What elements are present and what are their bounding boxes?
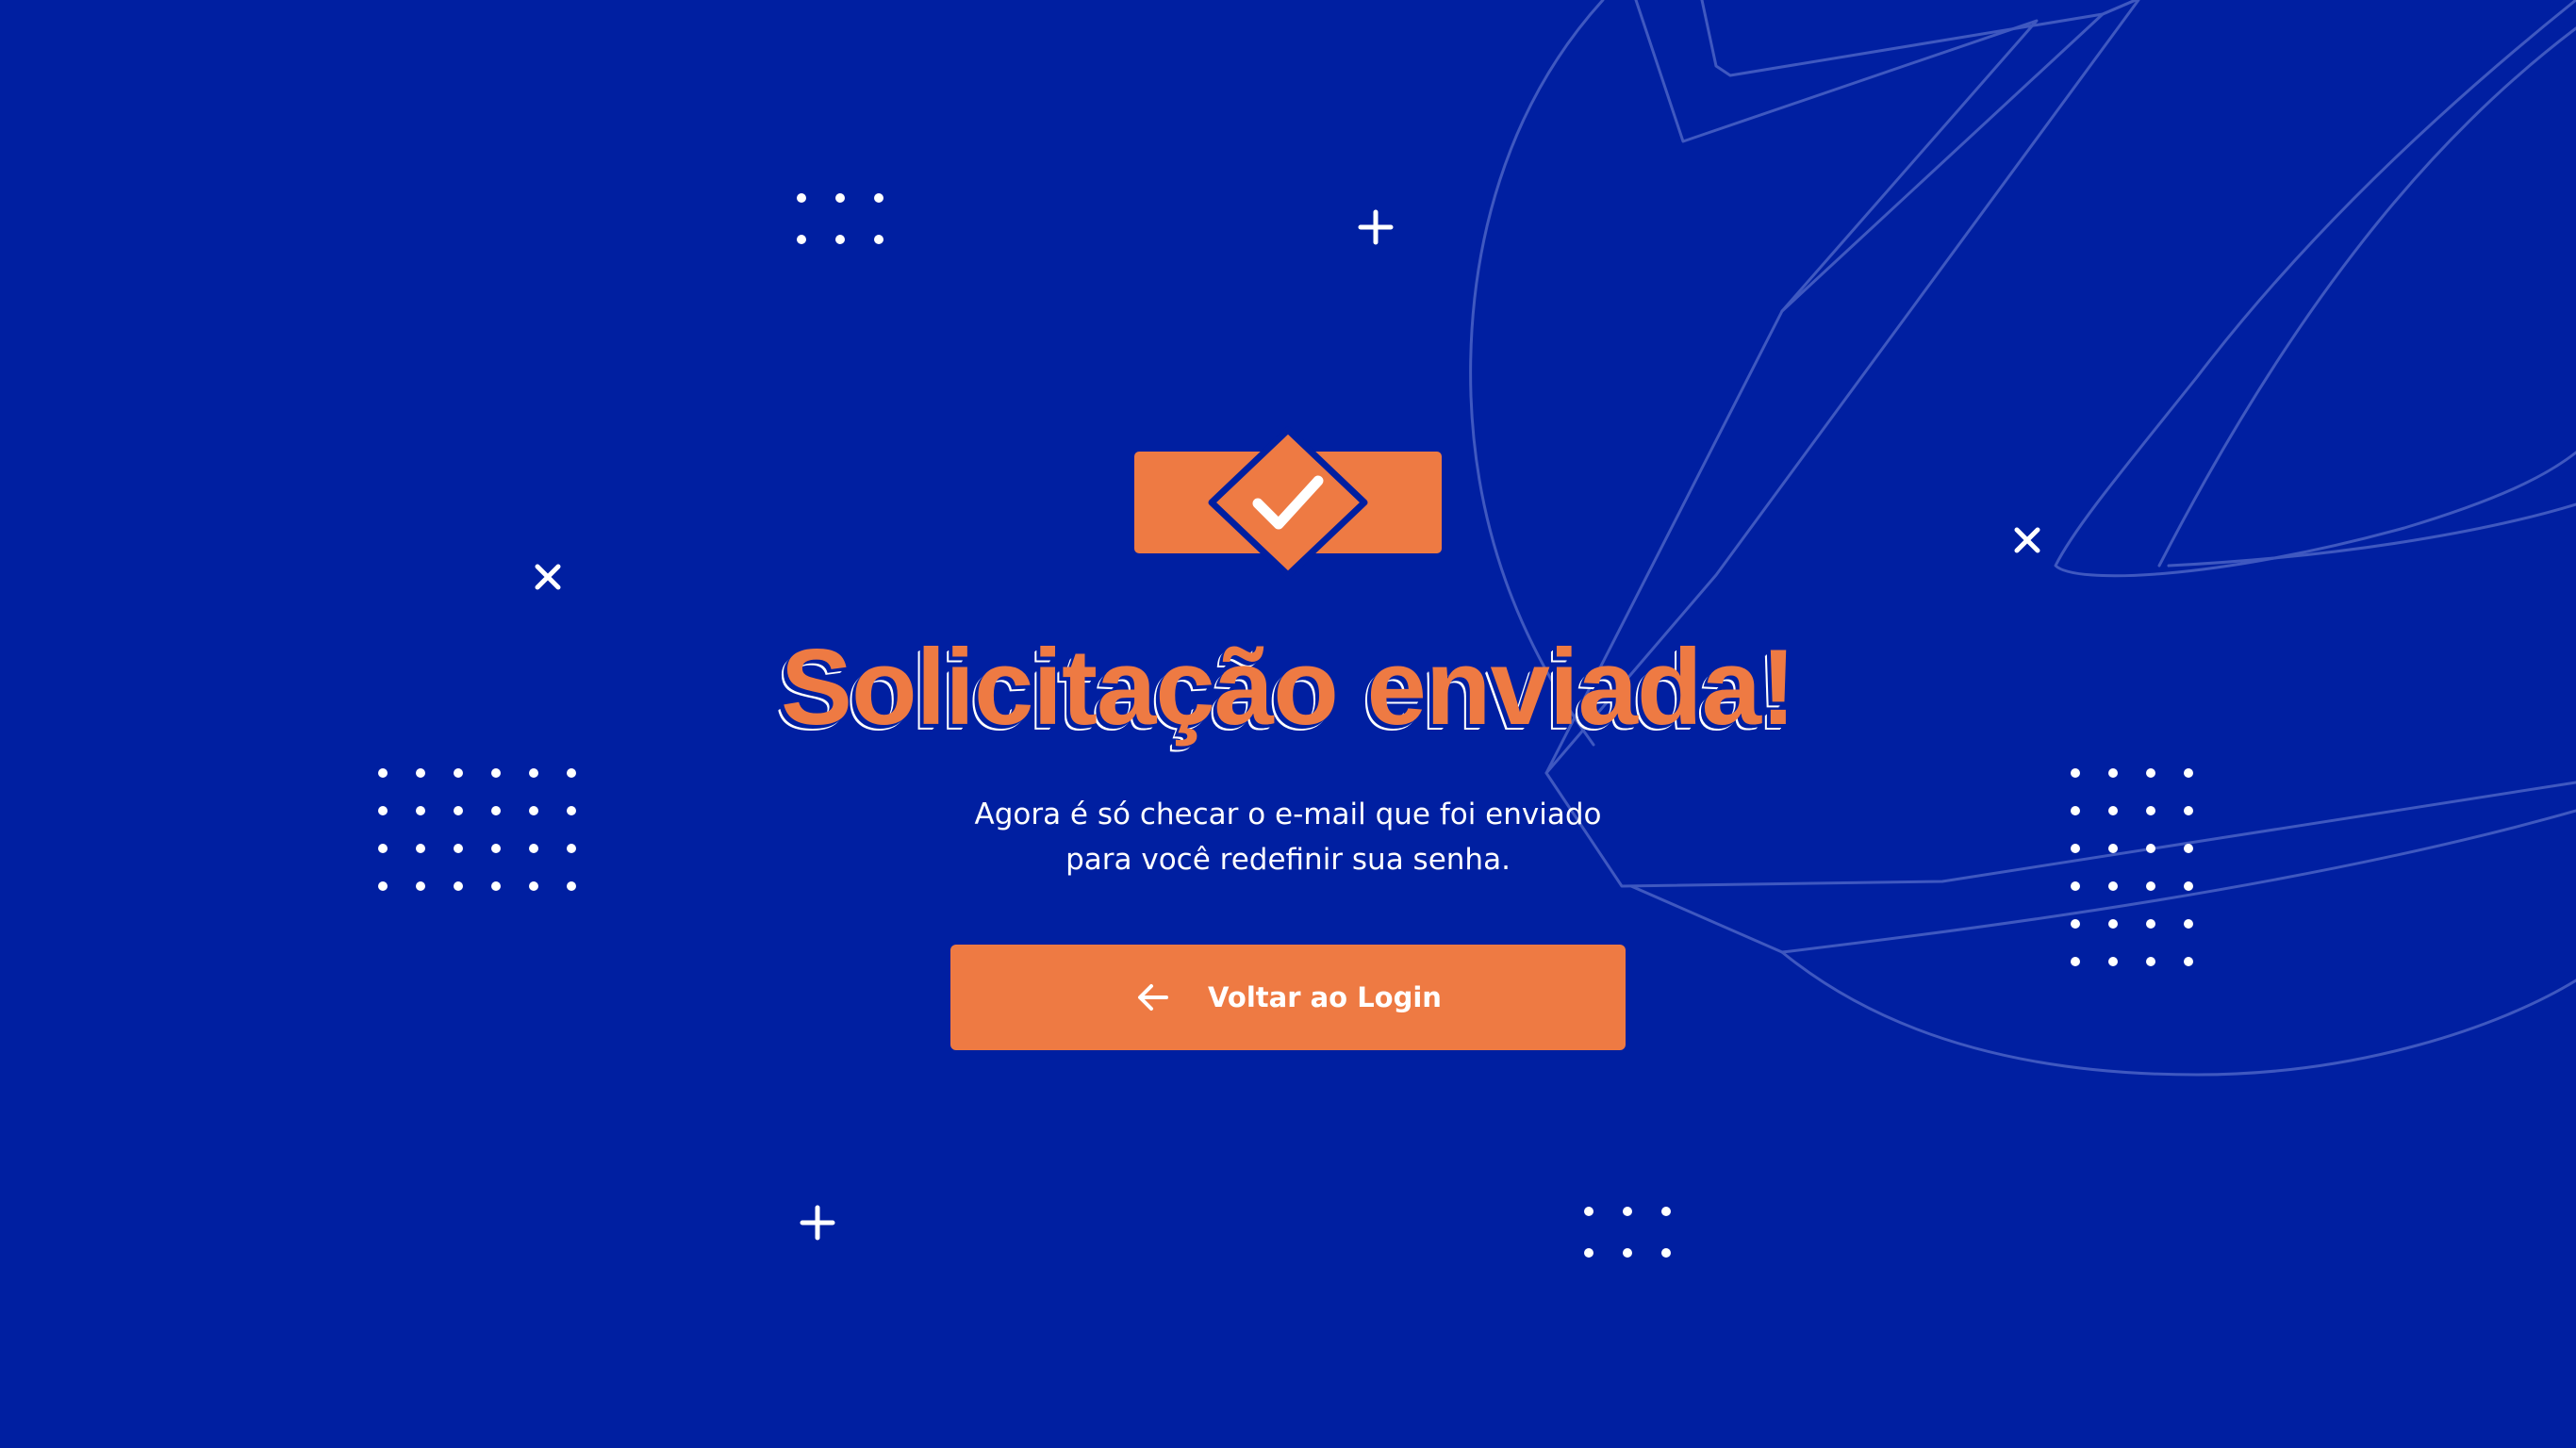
- dot-grid-decoration: [797, 193, 883, 244]
- back-to-login-button[interactable]: Voltar ao Login: [950, 945, 1626, 1050]
- confirmation-message: Agora é só checar o e-mail que foi envia…: [0, 792, 2576, 882]
- plus-icon: [1358, 209, 1394, 245]
- back-to-login-label: Voltar ao Login: [1208, 981, 1442, 1013]
- close-icon: [535, 564, 561, 590]
- confirmation-message-line: Agora é só checar o e-mail que foi envia…: [974, 798, 1602, 831]
- dot-grid-decoration: [1584, 1207, 1671, 1258]
- page-title: Solicitação enviada!: [780, 628, 1796, 748]
- plus-icon: [800, 1205, 835, 1241]
- close-icon: [2014, 527, 2040, 553]
- check-badge-icon: [1134, 426, 1442, 579]
- confirmation-message-line: para você redefinir sua senha.: [1065, 843, 1511, 877]
- arrow-left-icon: [1138, 984, 1169, 1011]
